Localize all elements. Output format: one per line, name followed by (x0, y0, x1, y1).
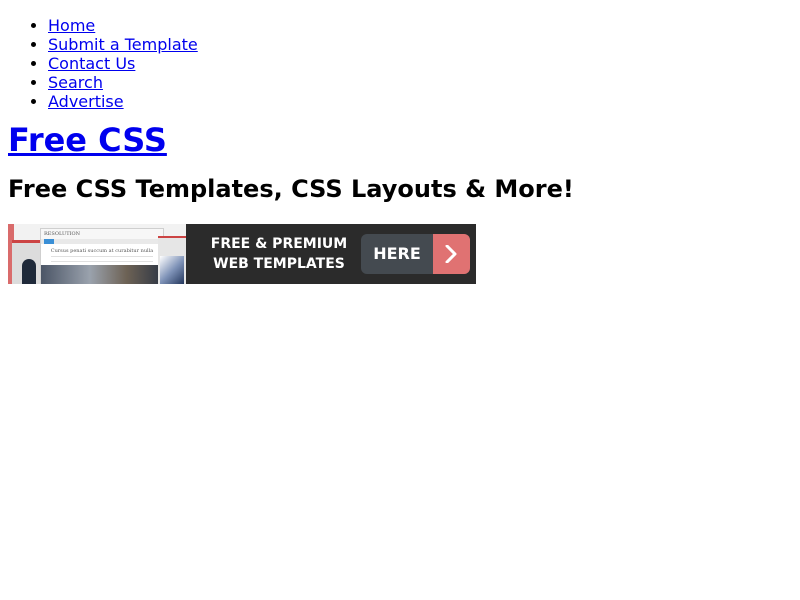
preview-photo-right (160, 256, 184, 284)
preview-thumbnail-left (12, 240, 42, 284)
nav-item-advertise: Advertise (48, 92, 792, 111)
template-preview-thumbnails: RESOLUTION Cursus penati succum at curab… (8, 224, 186, 284)
chevron-right-icon (445, 245, 457, 263)
nav-link-contact-us[interactable]: Contact Us (48, 54, 135, 73)
banner-text-line1: FREE & PREMIUM (210, 236, 348, 252)
nav-item-home: Home (48, 16, 792, 35)
preview-brand: RESOLUTION (41, 229, 163, 239)
banner-here-button[interactable]: HERE (361, 234, 470, 274)
nav-link-advertise[interactable]: Advertise (48, 92, 124, 111)
templates-ad-banner[interactable]: RESOLUTION Cursus penati succum at curab… (8, 224, 476, 284)
preview-photo (41, 265, 163, 284)
page: Home Submit a Template Contact Us Search… (0, 16, 800, 284)
nav-item-contact-us: Contact Us (48, 54, 792, 73)
nav-item-search: Search (48, 73, 792, 92)
banner-headline: FREE & PREMIUM WEB TEMPLATES (194, 234, 364, 274)
site-tagline: Free CSS Templates, CSS Layouts & More! (8, 175, 574, 203)
nav-link-submit-template[interactable]: Submit a Template (48, 35, 198, 54)
site-title-link[interactable]: Free CSS (8, 121, 167, 159)
nav-link-home[interactable]: Home (48, 16, 95, 35)
banner-here-label: HERE (373, 244, 421, 263)
banner-text-line2: WEB TEMPLATES (213, 256, 345, 272)
nav-item-submit-template: Submit a Template (48, 35, 792, 54)
preview-person-image (22, 259, 36, 284)
preview-thumbnail-right (158, 236, 186, 284)
main-nav: Home Submit a Template Contact Us Search… (8, 16, 792, 111)
preview-menu-bar (41, 239, 163, 244)
banner-arrow-box (433, 234, 470, 274)
site-title-heading: Free CSS (8, 111, 792, 159)
preview-thumbnail-main: RESOLUTION Cursus penati succum at curab… (40, 228, 164, 284)
preview-text-lines (51, 256, 153, 262)
nav-link-search[interactable]: Search (48, 73, 103, 92)
preview-headline: Cursus penati succum at curabitur nulla (50, 248, 154, 254)
